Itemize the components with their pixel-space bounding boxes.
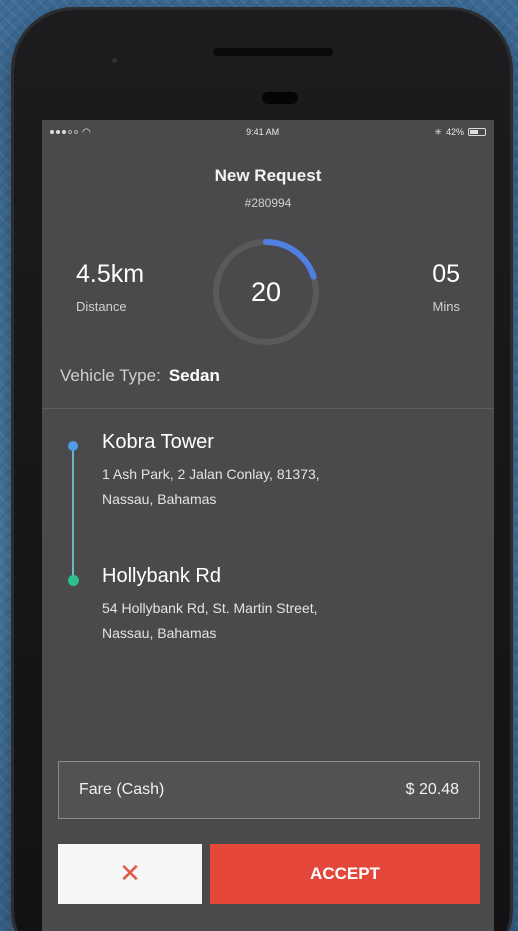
accept-button[interactable]: ACCEPT [210, 844, 480, 904]
battery-percent: 42% [445, 127, 464, 137]
phone-camera [112, 58, 117, 63]
pickup-address-line2: Nassau, Bahamas [102, 490, 217, 507]
ride-request-screen: ◠ 9:41 AM ✳ 42% New Request #280994 4.5k… [42, 120, 494, 931]
close-icon: ✕ [119, 859, 141, 889]
dropoff-address-line1: 54 Hollybank Rd, St. Martin Street, [102, 600, 318, 616]
dropoff-name: Hollybank Rd [102, 565, 221, 587]
bluetooth-icon: ✳ [434, 126, 442, 137]
wifi-icon: ◠ [82, 126, 91, 138]
pickup-address: 1 Ash Park, 2 Jalan Conlay, 81373, Nassa… [102, 462, 474, 511]
pickup-location: Kobra Tower 1 Ash Park, 2 Jalan Conlay, … [102, 431, 474, 511]
route-line [72, 445, 74, 581]
fare-amount: $ 20.48 [405, 781, 459, 798]
fare-label: Fare (Cash) [79, 781, 165, 798]
pickup-name: Kobra Tower [102, 431, 214, 453]
status-time: 9:41 AM [246, 127, 280, 137]
mins-value: 05 [432, 260, 460, 288]
trip-stats: 4.5km Distance 20 05 Mins [42, 230, 494, 358]
phone-speaker [213, 48, 333, 56]
route-details: Kobra Tower 1 Ash Park, 2 Jalan Conlay, … [42, 431, 494, 721]
vehicle-type: Vehicle Type: Sedan [42, 366, 494, 386]
dropoff-address-line2: Nassau, Bahamas [102, 624, 217, 641]
dropoff-dot-icon [68, 575, 79, 586]
status-bar: ◠ 9:41 AM ✳ 42% [42, 120, 494, 144]
mins-label: Mins [432, 299, 460, 314]
distance-stat: 4.5km Distance [76, 260, 144, 314]
action-buttons: ✕ ACCEPT [58, 844, 480, 904]
battery-icon [467, 128, 486, 136]
vehicle-type-value: Sedan [168, 366, 220, 385]
dropoff-location: Hollybank Rd 54 Hollybank Rd, St. Martin… [102, 565, 474, 645]
signal-icon [50, 130, 78, 134]
reject-button[interactable]: ✕ [58, 844, 202, 904]
countdown-timer: 20 [210, 236, 322, 348]
fare-box: Fare (Cash) $ 20.48 [58, 761, 480, 819]
request-id: #280994 [244, 196, 292, 210]
pickup-dot-icon [68, 441, 78, 451]
dropoff-address: 54 Hollybank Rd, St. Martin Street, Nass… [102, 596, 474, 645]
phone-sensor [262, 92, 298, 104]
page-title: New Request [214, 166, 322, 185]
pickup-address-line1: 1 Ash Park, 2 Jalan Conlay, 81373, [102, 466, 320, 482]
mins-stat: 05 Mins [432, 260, 460, 314]
distance-value: 4.5km [76, 260, 145, 288]
distance-label: Distance [76, 299, 127, 314]
request-header: New Request #280994 [42, 166, 494, 210]
vehicle-type-label: Vehicle Type: [60, 366, 161, 385]
divider [42, 408, 494, 409]
timer-value: 20 [250, 276, 282, 307]
